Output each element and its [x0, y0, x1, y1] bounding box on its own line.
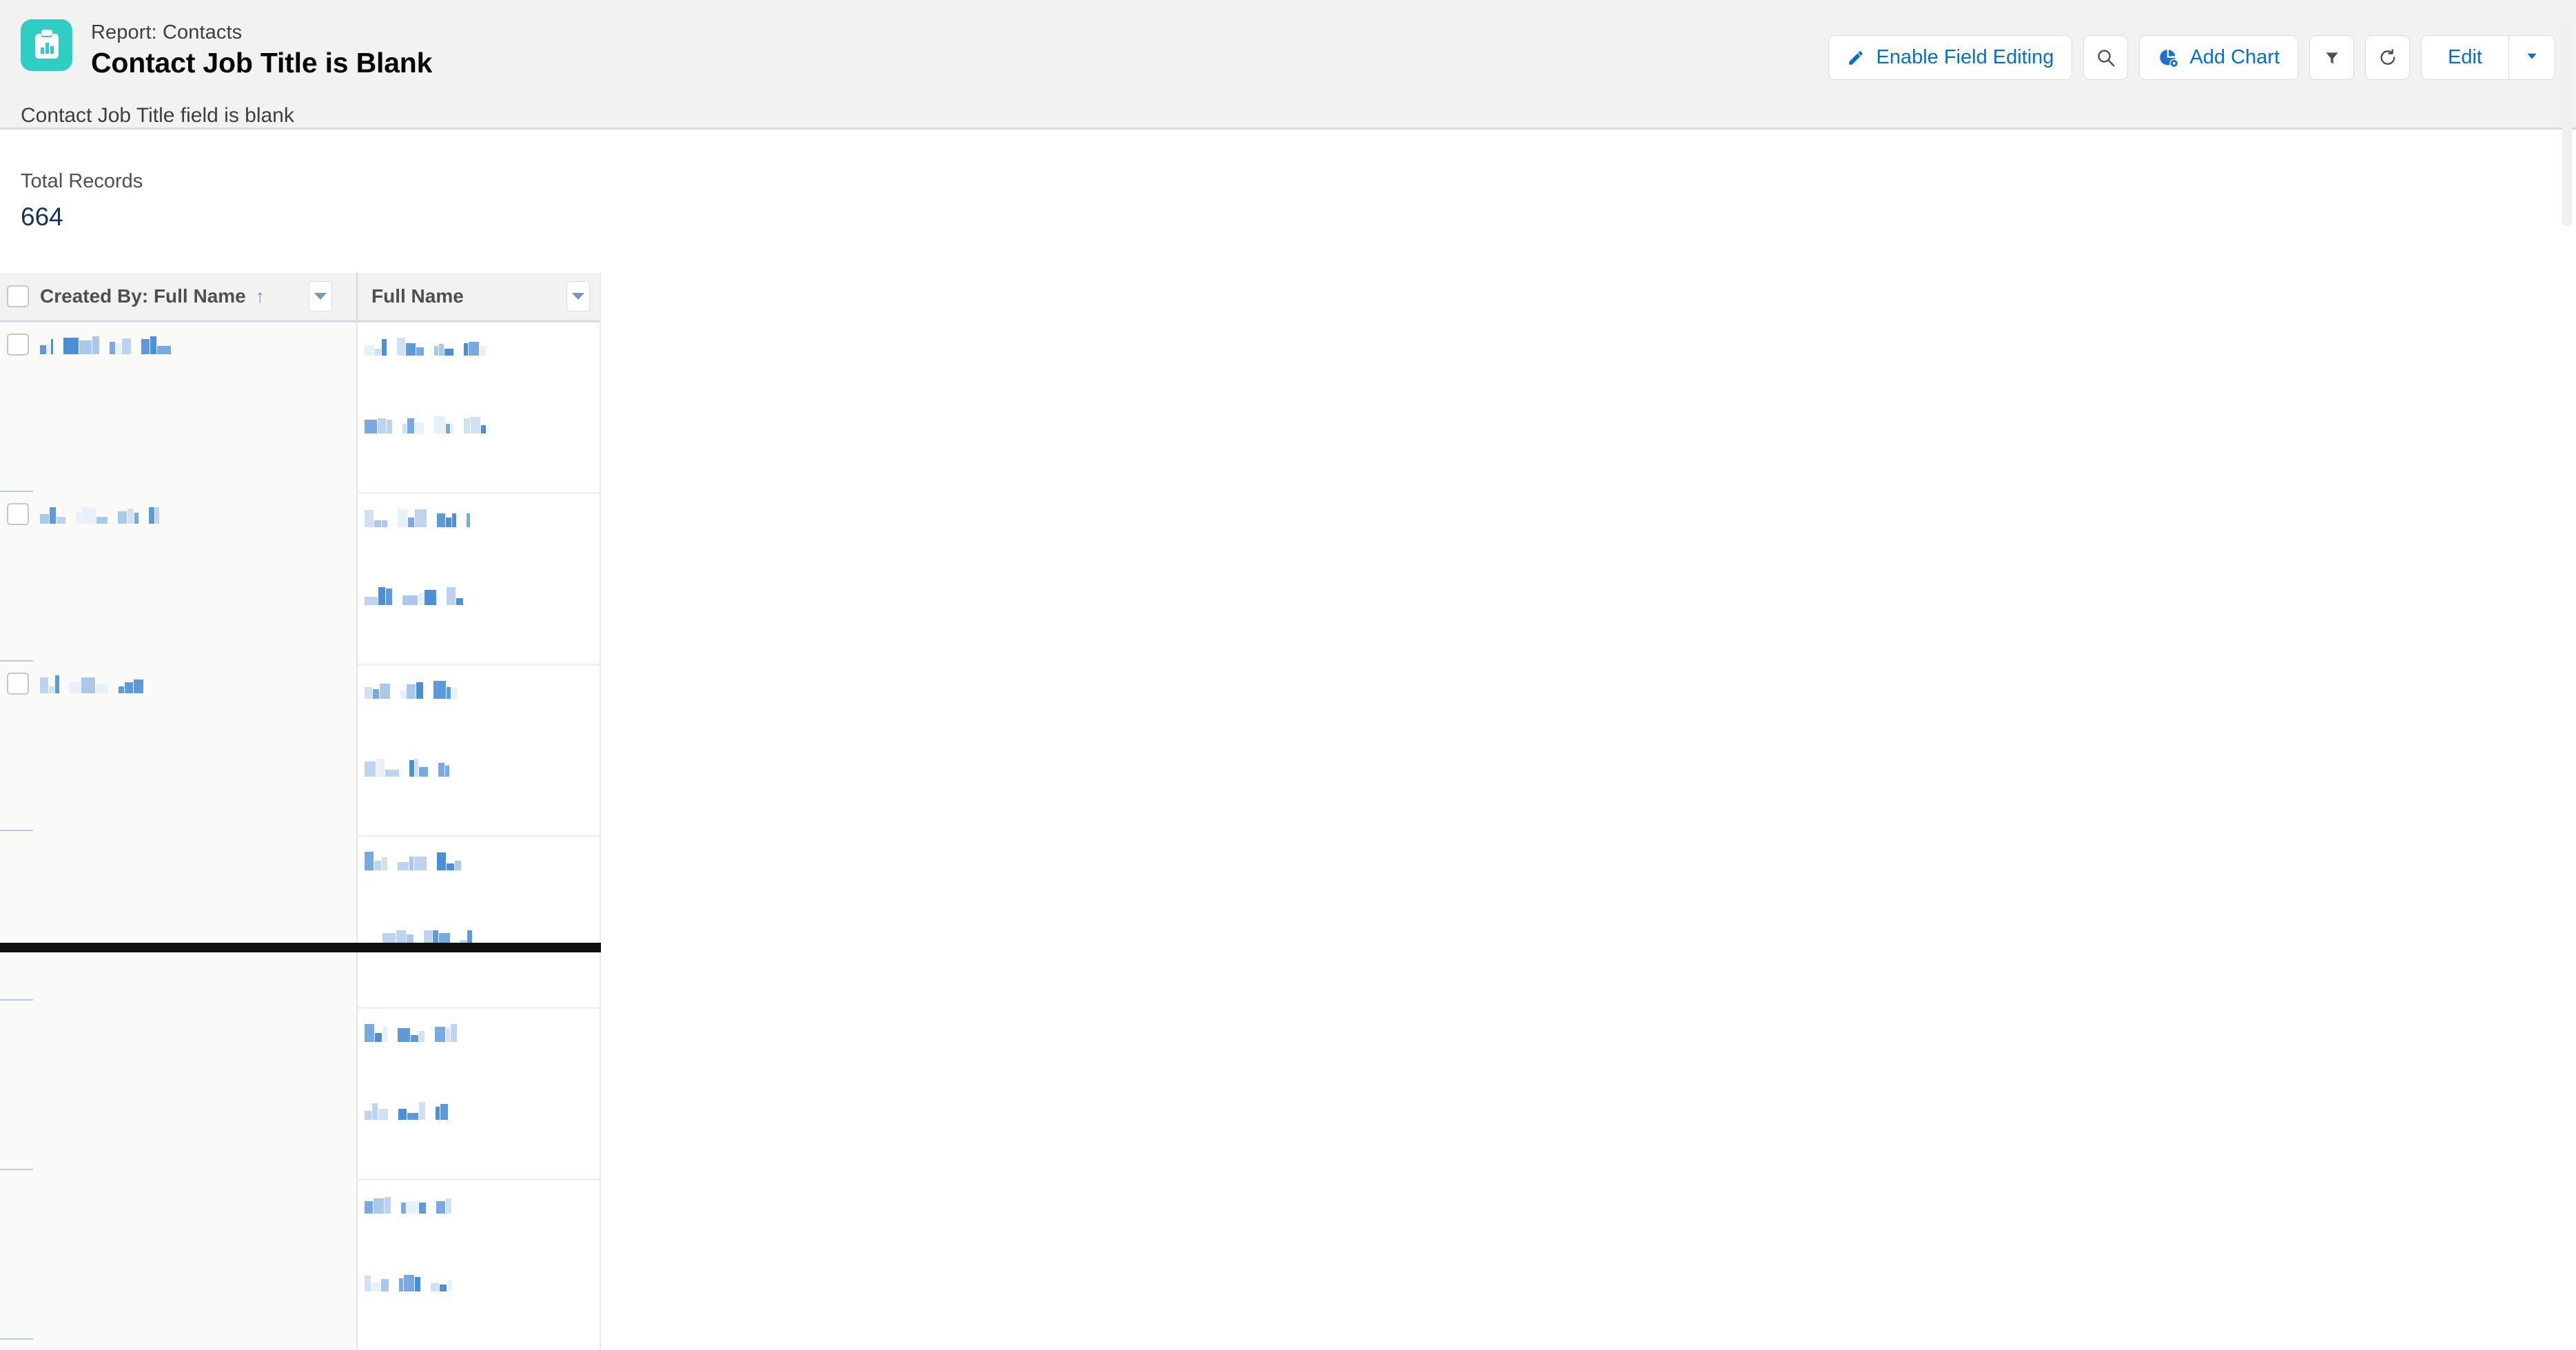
table-row[interactable]	[358, 1180, 600, 1265]
column-menu-icon-full-name[interactable]	[566, 281, 590, 311]
redacted-text	[365, 850, 471, 870]
header-identity: Report: Contacts Contact Job Title is Bl…	[21, 19, 432, 80]
table-body	[0, 323, 600, 1350]
title-block: Report: Contacts Contact Job Title is Bl…	[91, 19, 432, 80]
report-table: Created By: Full Name ↑ Full Name	[0, 273, 601, 1350]
page-title: Contact Job Title is Blank	[91, 47, 433, 79]
column-menu-icon-created-by[interactable]	[309, 281, 332, 311]
filter-icon	[2323, 49, 2341, 67]
chevron-down-icon	[2524, 46, 2539, 69]
full-name-group	[358, 1009, 600, 1180]
redacted-text	[365, 1193, 452, 1214]
full-name-group	[358, 837, 600, 1009]
redacted-text	[40, 334, 181, 354]
group-row	[0, 1170, 356, 1340]
group-row	[0, 323, 356, 492]
group-row	[0, 831, 356, 1001]
page-header: Report: Contacts Contact Job Title is Bl…	[0, 0, 2576, 130]
redacted-text	[365, 1271, 462, 1291]
filter-button[interactable]	[2309, 35, 2355, 80]
group-row	[0, 1001, 356, 1170]
report-breadcrumb: Report: Contacts	[91, 21, 243, 43]
edit-label: Edit	[2448, 46, 2482, 68]
redacted-text	[365, 1021, 467, 1042]
table-row[interactable]	[358, 837, 600, 922]
toolbar: Enable Field Editing Add Chart Edit	[1828, 35, 2555, 80]
column-header-created-by[interactable]: Created By: Full Name ↑	[0, 273, 356, 320]
refresh-icon	[2378, 48, 2398, 68]
table-row[interactable]	[358, 750, 600, 835]
total-records-summary: Total Records 664	[21, 170, 143, 232]
redacted-text	[365, 507, 471, 527]
redacted-text	[40, 673, 154, 693]
horizontal-scrollbar-track[interactable]	[0, 943, 2576, 952]
table-row[interactable]	[358, 922, 600, 1007]
horizontal-scrollbar-thumb[interactable]	[0, 943, 601, 952]
select-all-checkbox[interactable]	[7, 285, 29, 307]
total-records-label: Total Records	[21, 170, 143, 192]
row-checkbox[interactable]	[7, 503, 29, 525]
edit-button[interactable]: Edit	[2422, 36, 2508, 79]
edit-menu-button[interactable]	[2508, 36, 2555, 79]
edit-split-button: Edit	[2421, 35, 2555, 80]
pencil-icon	[1847, 49, 1865, 67]
redacted-text	[40, 503, 160, 524]
report-description: Contact Job Title field is blank	[21, 104, 294, 127]
column-header-full-name[interactable]: Full Name	[356, 273, 600, 320]
table-row[interactable]	[358, 666, 600, 750]
full-name-group	[358, 1180, 600, 1350]
table-row[interactable]	[358, 494, 600, 579]
add-chart-button[interactable]: Add Chart	[2139, 35, 2299, 80]
full-name-group	[358, 666, 600, 837]
enable-field-editing-button[interactable]: Enable Field Editing	[1828, 35, 2073, 80]
full-name-group	[358, 323, 600, 494]
table-row[interactable]	[358, 323, 600, 407]
search-button[interactable]	[2083, 35, 2129, 80]
column-header-label-full-name: Full Name	[371, 285, 464, 307]
pie-chart-add-icon	[2158, 48, 2179, 68]
table-row[interactable]	[358, 1009, 600, 1094]
full-name-group	[358, 494, 600, 666]
total-records-value: 664	[21, 202, 63, 231]
row-checkbox[interactable]	[7, 334, 29, 356]
group-row	[0, 492, 356, 662]
sort-ascending-icon: ↑	[255, 285, 265, 307]
table-row[interactable]	[0, 662, 356, 695]
redacted-text	[365, 1099, 449, 1120]
group-row	[0, 662, 356, 831]
redacted-text	[365, 584, 464, 605]
vertical-scrollbar[interactable]	[2562, 19, 2572, 226]
column-header-label-created-by: Created By: Full Name	[40, 285, 246, 307]
table-row[interactable]	[0, 492, 356, 525]
redacted-text	[365, 413, 496, 433]
row-checkbox[interactable]	[7, 673, 29, 695]
table-row[interactable]	[358, 1265, 600, 1350]
table-header-row: Created By: Full Name ↑ Full Name	[0, 273, 600, 323]
redacted-text	[365, 335, 496, 356]
full-name-column	[356, 323, 600, 1350]
table-row[interactable]	[358, 1094, 600, 1178]
refresh-button[interactable]	[2365, 35, 2411, 80]
group-divider	[0, 1338, 33, 1340]
report-clipboard-chart-icon	[21, 19, 72, 71]
grouping-column	[0, 323, 356, 1350]
table-row[interactable]	[358, 579, 600, 664]
redacted-text	[365, 756, 450, 777]
enable-field-editing-label: Enable Field Editing	[1876, 46, 2054, 68]
table-row[interactable]	[0, 323, 356, 356]
redacted-text	[365, 678, 468, 699]
table-row[interactable]	[358, 407, 600, 492]
add-chart-label: Add Chart	[2189, 46, 2280, 68]
search-icon	[2096, 48, 2116, 68]
